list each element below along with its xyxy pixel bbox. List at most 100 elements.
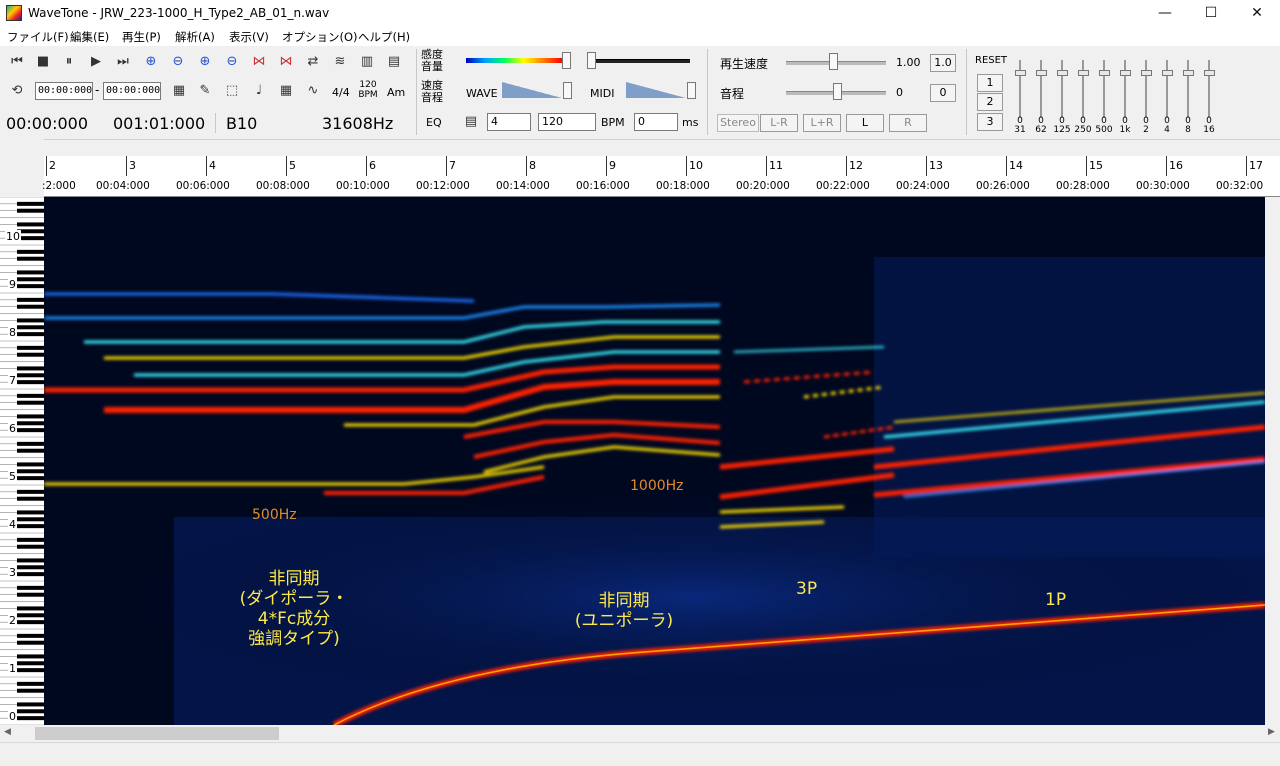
eq-slider-knob[interactable] bbox=[1204, 70, 1215, 76]
left-channel-button[interactable]: L bbox=[846, 114, 884, 132]
ruler-time-label: 00:06:000 bbox=[176, 180, 230, 192]
stop-icon[interactable]: ■ bbox=[32, 51, 54, 73]
zoom-out-v-icon[interactable]: ⊖ bbox=[221, 51, 243, 73]
piano-icon[interactable]: ▥ bbox=[356, 51, 378, 73]
eq-slider-knob[interactable] bbox=[1183, 70, 1194, 76]
piano-keyboard[interactable]: 10 9 8 7 6 5 4 3 2 1 0 bbox=[0, 196, 44, 766]
beats-field[interactable]: 4 bbox=[487, 113, 531, 131]
playback-speed-thumb[interactable] bbox=[829, 53, 838, 70]
range-end-field[interactable]: 00:00:000 bbox=[103, 82, 161, 100]
playback-speed-reset-button[interactable]: 1.0 bbox=[930, 54, 956, 72]
eq-slider-track[interactable] bbox=[1124, 60, 1126, 118]
wave-volume-thumb[interactable] bbox=[563, 82, 572, 99]
forward-icon[interactable]: ⏭ bbox=[112, 51, 134, 73]
menu-edit[interactable]: 編集(E) bbox=[70, 29, 109, 45]
menu-options[interactable]: オプション(O) bbox=[282, 29, 358, 45]
zoom-in-v-icon[interactable]: ⊕ bbox=[194, 51, 216, 73]
eq-slider-knob[interactable] bbox=[1078, 70, 1089, 76]
black-key bbox=[17, 537, 44, 542]
eq-slider-track[interactable] bbox=[1103, 60, 1105, 118]
eq-slider-knob[interactable] bbox=[1162, 70, 1173, 76]
menu-view[interactable]: 表示(V) bbox=[229, 29, 269, 45]
midi-volume-thumb[interactable] bbox=[687, 82, 696, 99]
midi-volume-ramp[interactable] bbox=[626, 82, 686, 98]
scroll-right-icon[interactable]: ▶ bbox=[1268, 727, 1275, 737]
vertical-scrollbar[interactable] bbox=[1265, 197, 1280, 725]
eq-slider-track[interactable] bbox=[1019, 60, 1021, 118]
eq-slider-knob[interactable] bbox=[1057, 70, 1068, 76]
eq-slider-track[interactable] bbox=[1145, 60, 1147, 118]
black-key bbox=[17, 373, 44, 378]
loop-icon[interactable]: ⟲ bbox=[6, 80, 28, 102]
eq-slider-track[interactable] bbox=[1082, 60, 1084, 118]
black-key bbox=[17, 318, 44, 323]
menu-file[interactable]: ファイル(F) bbox=[7, 29, 69, 45]
time-signature[interactable]: 4/4 bbox=[332, 86, 350, 99]
eq-slider-knob[interactable] bbox=[1015, 70, 1026, 76]
eq-slider-track[interactable] bbox=[1061, 60, 1063, 118]
menu-play[interactable]: 再生(P) bbox=[122, 29, 161, 45]
eq-preset-2-button[interactable]: 2 bbox=[977, 93, 1003, 111]
minimize-button[interactable]: — bbox=[1142, 0, 1188, 27]
eq-slider-knob[interactable] bbox=[1141, 70, 1152, 76]
select-icon[interactable]: ⬚ bbox=[221, 80, 243, 102]
rewind-icon[interactable]: ⏮ bbox=[6, 51, 28, 73]
wave-volume-ramp[interactable] bbox=[502, 82, 562, 98]
l-minus-r-button[interactable]: L-R bbox=[760, 114, 798, 132]
bpm-field[interactable]: 120 bbox=[538, 113, 596, 131]
layout-icon[interactable]: ▦ bbox=[168, 80, 190, 102]
eq-preset-3-button[interactable]: 3 bbox=[977, 113, 1003, 131]
maximize-button[interactable]: ☐ bbox=[1188, 0, 1234, 27]
volume-track[interactable] bbox=[590, 59, 690, 63]
playback-speed-value: 1.00 bbox=[896, 56, 921, 69]
time-ruler[interactable]: 2 3 4 5 6 7 8 9 10 11 12 13 14 15 16 17:2:000 00:04:000 0… bbox=[42, 156, 1280, 197]
eq-slider-knob[interactable] bbox=[1036, 70, 1047, 76]
shrink-icon[interactable]: ⋈ bbox=[275, 51, 297, 73]
l-plus-r-button[interactable]: L+R bbox=[803, 114, 841, 132]
eq-slider-track[interactable] bbox=[1166, 60, 1168, 118]
eq-slider-track[interactable] bbox=[1040, 60, 1042, 118]
ruler-time-label: 00:12:000 bbox=[416, 180, 470, 192]
zoom-in-h-icon[interactable]: ⊕ bbox=[140, 51, 162, 73]
pause-icon[interactable]: ⏸ bbox=[58, 51, 80, 73]
pitch-thumb[interactable] bbox=[833, 83, 842, 100]
wave-icon[interactable]: ≋ bbox=[329, 51, 351, 73]
close-button[interactable]: ✕ bbox=[1234, 0, 1280, 27]
horizontal-scroll-thumb[interactable] bbox=[35, 727, 279, 740]
eq-slider-knob[interactable] bbox=[1099, 70, 1110, 76]
offset-field[interactable]: 0 bbox=[634, 113, 678, 131]
eq-slider-track[interactable] bbox=[1187, 60, 1189, 118]
pitch-reset-button[interactable]: 0 bbox=[930, 84, 956, 102]
swap-icon[interactable]: ⇄ bbox=[302, 51, 324, 73]
eq-slider-knob[interactable] bbox=[1120, 70, 1131, 76]
range-start-field[interactable]: 00:00:000 bbox=[35, 82, 93, 100]
scroll-left-icon[interactable]: ◀ bbox=[4, 727, 11, 737]
bpm-button[interactable]: 120 BPM bbox=[358, 80, 378, 100]
black-key bbox=[17, 613, 44, 618]
menu-help[interactable]: ヘルプ(H) bbox=[358, 29, 410, 45]
grid-icon[interactable]: ▦ bbox=[275, 80, 297, 102]
menu-analyze[interactable]: 解析(A) bbox=[175, 29, 215, 45]
stereo-button[interactable]: Stereo bbox=[717, 114, 759, 132]
book-icon[interactable]: ▤ bbox=[383, 51, 405, 73]
key-button[interactable]: Am bbox=[387, 86, 405, 99]
eq-preset-1-button[interactable]: 1 bbox=[977, 74, 1003, 92]
pitch-value: 0 bbox=[896, 86, 903, 99]
expand-icon[interactable]: ⋈ bbox=[248, 51, 270, 73]
zoom-out-h-icon[interactable]: ⊖ bbox=[167, 51, 189, 73]
play-icon[interactable]: ▶ bbox=[85, 51, 107, 73]
eq-slider-track[interactable] bbox=[1208, 60, 1210, 118]
ruler-tick bbox=[206, 156, 207, 176]
sensitivity-thumb[interactable] bbox=[562, 52, 571, 69]
right-channel-button[interactable]: R bbox=[889, 114, 927, 132]
curve-icon[interactable]: ∿ bbox=[302, 80, 324, 102]
spectrogram-view[interactable]: 500Hz 1000Hz 非同期 (ダイポーラ・ 4*Fc成分 強調タイプ) 非… bbox=[44, 197, 1265, 725]
band bbox=[719, 446, 895, 470]
divider bbox=[966, 49, 967, 135]
eq-reset-button[interactable]: RESET bbox=[975, 55, 1007, 66]
pencil-icon[interactable]: ✎ bbox=[194, 80, 216, 102]
annotation-1000hz: 1000Hz bbox=[630, 478, 684, 494]
volume-thumb[interactable] bbox=[587, 52, 596, 69]
note-icon[interactable]: ♩ bbox=[248, 80, 270, 102]
black-key bbox=[17, 709, 44, 714]
